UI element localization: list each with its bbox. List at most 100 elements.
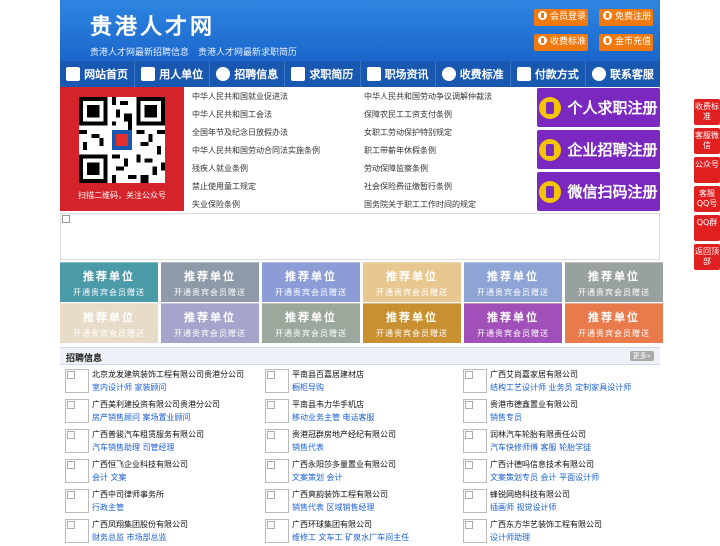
- job-positions[interactable]: 维修工 文车工 矿泉水厂车间主任: [292, 532, 409, 543]
- job-positions[interactable]: 行政主管: [92, 502, 124, 513]
- law-link[interactable]: 职工带薪年休假条例: [364, 145, 436, 156]
- side-item[interactable]: 客服QQ号: [694, 186, 720, 212]
- nav-employers[interactable]: 用人单位: [135, 61, 211, 87]
- company-name[interactable]: 广西东方华艺装饰工程有限公司: [490, 519, 602, 530]
- job-positions[interactable]: 销售专员: [490, 412, 522, 423]
- recharge-button[interactable]: 金币充值: [599, 34, 653, 51]
- more-button[interactable]: 更多»: [629, 351, 654, 361]
- job-positions[interactable]: 移动业务主管 电话客服: [292, 412, 375, 423]
- law-link[interactable]: 中华人民共和国劳动争议调解仲裁法: [364, 91, 492, 102]
- recommend-tile[interactable]: 推荐单位 开通贵宾会员赠送: [161, 303, 259, 343]
- side-item[interactable]: QQ群: [694, 215, 720, 241]
- company-logo-icon[interactable]: [65, 369, 89, 393]
- company-name[interactable]: 广西中司律师事务所: [92, 489, 164, 500]
- side-item[interactable]: 客服微信: [694, 128, 720, 154]
- law-link[interactable]: 禁止使用童工规定: [192, 181, 256, 192]
- company-logo-icon[interactable]: [65, 399, 89, 423]
- company-logo-icon[interactable]: [463, 519, 487, 543]
- recommend-tile[interactable]: 推荐单位 开通贵宾会员赠送: [464, 262, 562, 302]
- nav-resumes[interactable]: 求职简历: [285, 61, 361, 87]
- company-name[interactable]: 润林汽车轮胎有限责任公司: [490, 429, 586, 440]
- law-link[interactable]: 社会保险费征缴暂行条例: [364, 181, 452, 192]
- job-positions[interactable]: 结构工艺设计师 业务员 定制家具设计师: [490, 382, 631, 393]
- company-name[interactable]: 平南县百嘉居建材店: [292, 369, 364, 380]
- ad-banner[interactable]: [60, 213, 660, 260]
- company-logo-icon[interactable]: [265, 429, 289, 453]
- job-positions[interactable]: 房产销售顾问 案场置业顾问: [92, 412, 191, 423]
- company-logo-icon[interactable]: [65, 459, 89, 483]
- company-name[interactable]: 广西美利建投资有限公司贵港分公司: [92, 399, 220, 410]
- law-link[interactable]: 保障农民工工资支付条例: [364, 109, 452, 120]
- company-register-button[interactable]: 企业招聘注册: [537, 130, 660, 169]
- company-name[interactable]: 贵港冠群房地产经纪有限公司: [292, 429, 396, 440]
- company-logo-icon[interactable]: [265, 519, 289, 543]
- price-button[interactable]: 收费标准: [534, 34, 588, 51]
- nav-contact[interactable]: 联系客服: [586, 61, 660, 87]
- company-logo-icon[interactable]: [463, 429, 487, 453]
- recommend-tile[interactable]: 推荐单位 开通贵宾会员赠送: [363, 262, 461, 302]
- side-item[interactable]: 公众号: [694, 157, 720, 183]
- recommend-tile[interactable]: 推荐单位 开通贵宾会员赠送: [363, 303, 461, 343]
- recommend-tile[interactable]: 推荐单位 开通贵宾会员赠送: [565, 303, 663, 343]
- job-positions[interactable]: 会计 文案: [92, 472, 127, 483]
- company-logo-icon[interactable]: [65, 429, 89, 453]
- login-button[interactable]: 会员登录: [534, 9, 588, 26]
- job-positions[interactable]: 财务总监 市场部总监: [92, 532, 167, 543]
- nav-payment[interactable]: 付款方式: [511, 61, 586, 87]
- company-logo-icon[interactable]: [65, 489, 89, 513]
- job-positions[interactable]: 销售代表: [292, 442, 324, 453]
- job-positions[interactable]: 文案策划专员 会计 平面设计师: [490, 472, 599, 483]
- company-name[interactable]: 广西凤翔集团股份有限公司: [92, 519, 188, 530]
- nav-jobs[interactable]: 招聘信息: [210, 61, 286, 87]
- job-positions[interactable]: 设计师助理: [490, 532, 530, 543]
- company-name[interactable]: 贵港市德鑫置业有限公司: [490, 399, 578, 410]
- recommend-tile[interactable]: 推荐单位 开通贵宾会员赠送: [262, 262, 360, 302]
- job-positions[interactable]: 插画师 视觉设计师: [490, 502, 557, 513]
- recommend-tile[interactable]: 推荐单位 开通贵宾会员赠送: [60, 262, 158, 302]
- law-link[interactable]: 中华人民共和国就业促进法: [192, 91, 288, 102]
- law-link[interactable]: 中华人民共和国工会法: [192, 109, 272, 120]
- recommend-tile[interactable]: 推荐单位 开通贵宾会员赠送: [262, 303, 360, 343]
- law-link[interactable]: 女职工劳动保护特别规定: [364, 127, 452, 138]
- job-positions[interactable]: 销售代表 区域销售经理: [292, 502, 375, 513]
- company-name[interactable]: 广西普骏汽车租赁服务有限公司: [92, 429, 204, 440]
- job-positions[interactable]: 室内设计师 家装顾问: [92, 382, 167, 393]
- company-name[interactable]: 广西永阳莎多量置业有限公司: [292, 459, 396, 470]
- wechat-register-button[interactable]: 微信扫码注册: [537, 172, 660, 211]
- job-positions[interactable]: 文案策划 会计: [292, 472, 343, 483]
- nav-home[interactable]: 网站首页: [60, 61, 136, 87]
- company-name[interactable]: 北京龙发建筑装饰工程有限公司贵港分公司: [92, 369, 244, 380]
- company-logo-icon[interactable]: [463, 369, 487, 393]
- company-name[interactable]: 广西计德吗信息技术有限公司: [490, 459, 594, 470]
- recommend-tile[interactable]: 推荐单位 开通贵宾会员赠送: [464, 303, 562, 343]
- company-logo-icon[interactable]: [265, 489, 289, 513]
- company-logo-icon[interactable]: [265, 459, 289, 483]
- job-positions[interactable]: 汽车快修师傅 客服 轮胎学徒: [490, 442, 591, 453]
- nav-pricing[interactable]: 收费标准: [436, 61, 511, 87]
- company-logo-icon[interactable]: [265, 369, 289, 393]
- job-positions[interactable]: 橱柜导购: [292, 382, 324, 393]
- recommend-tile[interactable]: 推荐单位 开通贵宾会员赠送: [565, 262, 663, 302]
- recommend-tile[interactable]: 推荐单位 开通贵宾会员赠送: [161, 262, 259, 302]
- company-logo-icon[interactable]: [463, 489, 487, 513]
- company-logo-icon[interactable]: [265, 399, 289, 423]
- recommend-tile[interactable]: 推荐单位 开通贵宾会员赠送: [60, 303, 158, 343]
- nav-news[interactable]: 职场资讯: [361, 61, 436, 87]
- company-name[interactable]: 广西恒飞企业科技有限公司: [92, 459, 188, 470]
- law-link[interactable]: 中华人民共和国劳动合同法实施条例: [192, 145, 320, 156]
- company-name[interactable]: 广西爽韵装饰工程有限公司: [292, 489, 388, 500]
- company-name[interactable]: 平南县韦力华手机店: [292, 399, 364, 410]
- company-name[interactable]: 广西环球集团有限公司: [292, 519, 372, 530]
- company-name[interactable]: 蜂锐网络科技有限公司: [490, 489, 570, 500]
- law-link[interactable]: 国务院关于职工工作时间的规定: [364, 199, 476, 210]
- side-item[interactable]: 返回顶部: [694, 244, 720, 270]
- law-link[interactable]: 全国年节及纪念日放假办法: [192, 127, 288, 138]
- register-button[interactable]: 免费注册: [599, 9, 653, 26]
- personal-register-button[interactable]: 个人求职注册: [537, 88, 660, 127]
- law-link[interactable]: 劳动保障监察条例: [364, 163, 428, 174]
- law-link[interactable]: 失业保险条例: [192, 199, 240, 210]
- job-positions[interactable]: 汽车销售助理 司管经理: [92, 442, 175, 453]
- company-logo-icon[interactable]: [463, 459, 487, 483]
- company-name[interactable]: 广西艾尚嘉家居有限公司: [490, 369, 578, 380]
- law-link[interactable]: 残疾人就业条例: [192, 163, 248, 174]
